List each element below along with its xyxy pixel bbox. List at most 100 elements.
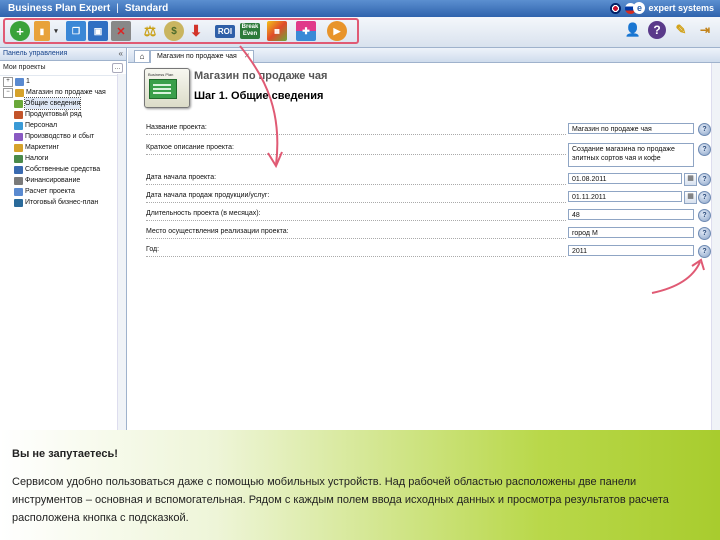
tree-item[interactable]: Общие сведения (0, 97, 126, 110)
calendar-icon[interactable]: ▦ (684, 191, 697, 204)
field-help-icon[interactable]: ? (698, 143, 711, 156)
info-banner: Вы не запутаетесь! Сервисом удобно польз… (0, 430, 720, 540)
tree-item[interactable]: +1 (0, 76, 126, 87)
main-toolbar: + ▮ ▾ ❐ ▣ ✕ ⚖ $ ⬇ ROI Break Even ▦ ✚ ▶ 👤… (0, 17, 720, 48)
tree-item[interactable]: Налоги (0, 153, 126, 164)
tree-item-label: Налоги (25, 155, 49, 162)
tree-item-label: Общие сведения (23, 97, 82, 110)
tree-node-icon (14, 143, 23, 152)
exit-icon[interactable]: ⇥ (696, 21, 714, 39)
tree-item[interactable]: Персонал (0, 120, 126, 131)
step-title: Шаг 1. Общие сведения (194, 90, 324, 102)
field-label: Длительность проекта (в месяцах): (146, 210, 261, 217)
field-input[interactable]: 01.11.2011 (568, 191, 682, 202)
tab-close-icon[interactable]: ✕ (244, 51, 250, 63)
field-input[interactable]: 2011 (568, 245, 694, 256)
tree-node-icon (14, 110, 23, 119)
tree-item[interactable]: Маркетинг (0, 142, 126, 153)
open-icon[interactable]: ▮ (34, 21, 50, 41)
field-label: Дата начала проекта: (146, 174, 217, 181)
save-icon[interactable]: ▣ (88, 21, 108, 41)
field-divider (146, 184, 566, 185)
tree-item-label: Магазин по продаже чая (26, 89, 106, 96)
field-input[interactable]: 48 (568, 209, 694, 220)
field-help-icon[interactable]: ? (698, 191, 711, 204)
workspace-scrollbar[interactable] (711, 63, 720, 430)
description-textarea[interactable]: Создание магазина по продаже элитных сор… (568, 143, 694, 167)
field-input[interactable]: город М (568, 227, 694, 238)
money-bag-icon[interactable]: $ (164, 21, 184, 41)
export-icon[interactable]: ⬇ (186, 21, 206, 41)
field-help-icon[interactable]: ? (698, 209, 711, 222)
add-icon[interactable]: + (10, 21, 30, 41)
field-divider (146, 256, 566, 257)
delete-icon[interactable]: ✕ (111, 21, 131, 41)
tree-node-icon (14, 121, 23, 130)
title-bar: Business Plan Expert | Standard e expert… (0, 0, 720, 17)
tree-item-label: Производство и сбыт (25, 133, 95, 140)
users-icon[interactable]: 👤 (624, 21, 642, 39)
tree-node-icon (14, 165, 23, 174)
break-even-button[interactable]: Break Even (240, 23, 260, 39)
roi-button[interactable]: ROI (215, 25, 235, 38)
field-label: Место осуществления реализации проекта: (146, 228, 289, 235)
info-title: Вы не запутаетесь! (12, 448, 118, 460)
field-divider (146, 220, 566, 221)
tree-scrollbar[interactable] (117, 74, 126, 430)
board-caption: Business Plan (148, 72, 174, 77)
home-tab-icon[interactable]: ⌂ (134, 50, 150, 62)
tree-item[interactable]: Расчет проекта (0, 186, 126, 197)
tree-node-icon (14, 176, 23, 185)
field-divider (146, 238, 566, 239)
tab-bar: ⌂ Магазин по продаже чая ✕ (128, 48, 720, 63)
tree-item-label: Итоговый бизнес-план (25, 199, 99, 206)
field-divider (146, 134, 566, 135)
field-help-icon[interactable]: ? (698, 173, 711, 186)
collapse-icon[interactable]: − (3, 87, 13, 98)
control-panel-title: Панель управления (3, 50, 68, 57)
control-panel: Панель управления « Мои проекты … +1− Маг… (0, 48, 127, 430)
copy-icon[interactable]: ❐ (66, 21, 86, 41)
help-icon[interactable]: ? (648, 21, 666, 39)
edit-icon[interactable]: ✎ (672, 21, 690, 39)
calendar-icon[interactable]: ▦ (684, 173, 697, 186)
play-icon[interactable]: ▶ (327, 21, 347, 41)
project-tree: +1− Магазин по продаже чая Общие сведения П… (0, 76, 126, 208)
tree-item[interactable]: Собственные средства (0, 164, 126, 175)
expand-icon[interactable]: + (3, 76, 13, 87)
field-label: Краткое описание проекта: (146, 144, 234, 151)
tree-item-label: Персонал (25, 122, 58, 129)
puzzle-icon[interactable]: ✚ (296, 21, 316, 41)
tree-item[interactable]: Финансирование (0, 175, 126, 186)
tab-project[interactable]: Магазин по продаже чая ✕ (150, 50, 254, 63)
company-logo: e expert systems (633, 2, 714, 14)
projects-menu-button[interactable]: … (112, 63, 123, 73)
tree-item[interactable]: Производство и сбыт (0, 131, 126, 142)
logo-mark-icon: e (633, 2, 646, 14)
tree-item[interactable]: − Магазин по продаже чая (0, 87, 126, 98)
project-title: Магазин по продаже чая (194, 70, 328, 82)
workspace: Business Plan Магазин по продаже чая Шаг… (128, 63, 712, 430)
dropdown-arrow-icon[interactable]: ▾ (52, 21, 60, 41)
control-panel-header: Панель управления « (0, 48, 126, 61)
field-input[interactable]: 01.08.2011 (568, 173, 682, 184)
field-help-icon[interactable]: ? (698, 227, 711, 240)
uk-flag-icon[interactable] (610, 3, 621, 14)
tree-item[interactable]: Продуктовый ряд (0, 109, 126, 120)
chart-icon[interactable]: ▦ (267, 21, 287, 41)
field-help-icon[interactable]: ? (698, 123, 711, 136)
balance-icon[interactable]: ⚖ (140, 21, 160, 41)
field-input[interactable]: Магазин по продаже чая (568, 123, 694, 134)
tree-node-icon (14, 99, 23, 108)
info-body: Сервисом удобно пользоваться даже с помо… (12, 476, 669, 524)
tree-node-icon (15, 88, 24, 97)
logo-text: expert systems (648, 3, 714, 13)
language-switcher (610, 3, 636, 14)
tree-item-label: Маркетинг (25, 144, 60, 151)
tree-item[interactable]: Итоговый бизнес-план (0, 197, 126, 208)
collapse-panel-icon[interactable]: « (119, 48, 123, 60)
field-help-icon[interactable]: ? (698, 245, 711, 258)
tree-item-label: Финансирование (25, 177, 81, 184)
tree-item-label: Расчет проекта (25, 188, 75, 195)
tree-item-label: 1 (26, 78, 30, 85)
